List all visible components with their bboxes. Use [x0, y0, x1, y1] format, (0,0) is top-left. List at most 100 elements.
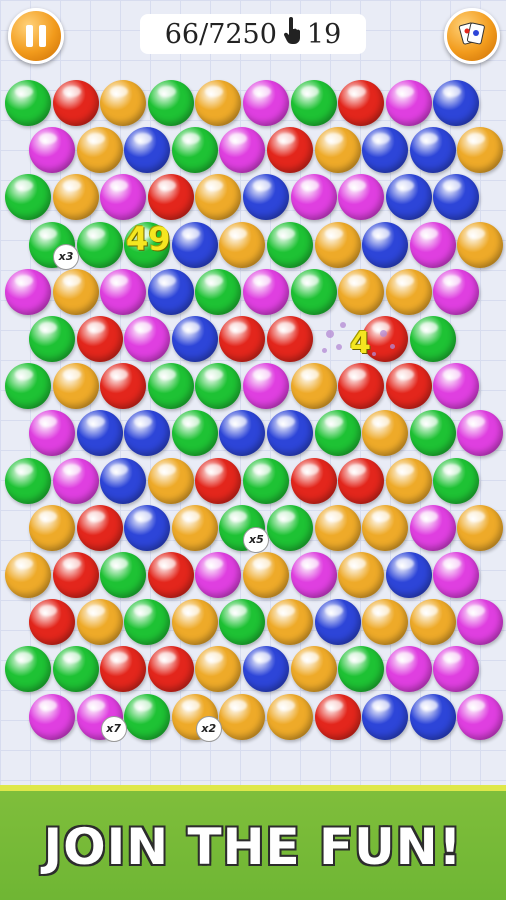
bubble[interactable] — [362, 221, 409, 268]
bubble[interactable] — [433, 457, 480, 504]
bubble[interactable] — [219, 127, 266, 174]
bubble[interactable] — [457, 693, 504, 740]
bubble[interactable] — [5, 646, 51, 693]
bubble[interactable] — [314, 127, 361, 174]
bubble[interactable] — [385, 174, 432, 221]
bubble[interactable] — [457, 504, 504, 551]
bubble[interactable] — [219, 599, 266, 646]
bubble[interactable] — [29, 410, 75, 457]
bubble[interactable] — [5, 457, 51, 504]
bubble[interactable] — [171, 127, 218, 174]
bubble[interactable] — [267, 693, 313, 740]
bubble[interactable] — [124, 504, 171, 551]
bubble[interactable] — [52, 646, 99, 693]
bubble[interactable] — [267, 221, 313, 268]
bubble[interactable] — [147, 363, 194, 410]
bubble[interactable] — [409, 599, 456, 646]
bubble[interactable] — [385, 552, 432, 598]
bubble[interactable] — [314, 221, 361, 268]
pause-button[interactable] — [8, 8, 64, 64]
bubble[interactable] — [76, 221, 123, 268]
bubble[interactable] — [52, 174, 99, 221]
bubble[interactable] — [100, 552, 147, 598]
bubble[interactable] — [147, 268, 194, 315]
bubble[interactable] — [29, 599, 75, 646]
bubble[interactable] — [147, 552, 194, 598]
bubble[interactable] — [219, 221, 266, 268]
bubble[interactable] — [338, 363, 385, 410]
bubble[interactable] — [290, 80, 337, 126]
bubble[interactable] — [219, 693, 266, 740]
bubble[interactable] — [243, 457, 289, 504]
bubble[interactable] — [290, 457, 337, 504]
bubble[interactable] — [362, 127, 409, 174]
bubble[interactable] — [171, 410, 218, 457]
bubble[interactable] — [5, 552, 51, 598]
bubble[interactable] — [5, 174, 51, 221]
bubble[interactable] — [409, 410, 456, 457]
bubble[interactable] — [290, 552, 337, 598]
bubble[interactable] — [147, 80, 194, 126]
bubble[interactable] — [433, 80, 480, 126]
bubble[interactable] — [52, 552, 99, 598]
bubble[interactable] — [314, 504, 361, 551]
bubble[interactable] — [362, 599, 409, 646]
bubble[interactable] — [338, 457, 385, 504]
bubble[interactable] — [267, 410, 313, 457]
bubble[interactable] — [362, 504, 409, 551]
bubble[interactable] — [243, 552, 289, 598]
bubble[interactable] — [171, 221, 218, 268]
bubble[interactable] — [457, 221, 504, 268]
bubble[interactable] — [267, 127, 313, 174]
bubble[interactable] — [409, 221, 456, 268]
bubble[interactable] — [457, 410, 504, 457]
bubble[interactable] — [385, 457, 432, 504]
bubble[interactable] — [243, 80, 289, 126]
bubble[interactable] — [76, 316, 123, 362]
bubble[interactable] — [267, 599, 313, 646]
bubble[interactable] — [362, 410, 409, 457]
bubble[interactable] — [52, 363, 99, 410]
bubble[interactable] — [5, 80, 51, 126]
cards-menu-button[interactable] — [444, 8, 500, 64]
bubble[interactable] — [195, 457, 242, 504]
bubble[interactable] — [314, 693, 361, 740]
bubble[interactable] — [100, 363, 147, 410]
bubble[interactable] — [243, 174, 289, 221]
bubble[interactable] — [385, 646, 432, 693]
bubble[interactable] — [338, 268, 385, 315]
bubble[interactable] — [5, 363, 51, 410]
bubble[interactable] — [338, 552, 385, 598]
bubble[interactable] — [171, 599, 218, 646]
bubble[interactable] — [76, 127, 123, 174]
bubble[interactable] — [195, 552, 242, 598]
bubble[interactable] — [243, 646, 289, 693]
bubble[interactable] — [219, 410, 266, 457]
bubble[interactable] — [433, 646, 480, 693]
bubble[interactable] — [338, 646, 385, 693]
bubble[interactable] — [290, 363, 337, 410]
bubble[interactable] — [76, 410, 123, 457]
bubble[interactable] — [100, 80, 147, 126]
bubble[interactable] — [147, 174, 194, 221]
bubble[interactable] — [433, 363, 480, 410]
bubble[interactable] — [409, 127, 456, 174]
bubble[interactable] — [338, 80, 385, 126]
bubble[interactable] — [409, 316, 456, 362]
bubble[interactable] — [195, 646, 242, 693]
bubble[interactable] — [290, 174, 337, 221]
bubble[interactable] — [52, 80, 99, 126]
bubble[interactable] — [29, 504, 75, 551]
bubble[interactable] — [29, 316, 75, 362]
bubble[interactable] — [314, 599, 361, 646]
bubble[interactable] — [243, 363, 289, 410]
bubble[interactable] — [171, 504, 218, 551]
bubble[interactable] — [124, 410, 171, 457]
bubble[interactable] — [124, 316, 171, 362]
bubble[interactable] — [219, 316, 266, 362]
bubble[interactable] — [52, 457, 99, 504]
bubble[interactable] — [243, 268, 289, 315]
bubble[interactable] — [29, 127, 75, 174]
bubble[interactable] — [147, 457, 194, 504]
bubble[interactable] — [195, 80, 242, 126]
